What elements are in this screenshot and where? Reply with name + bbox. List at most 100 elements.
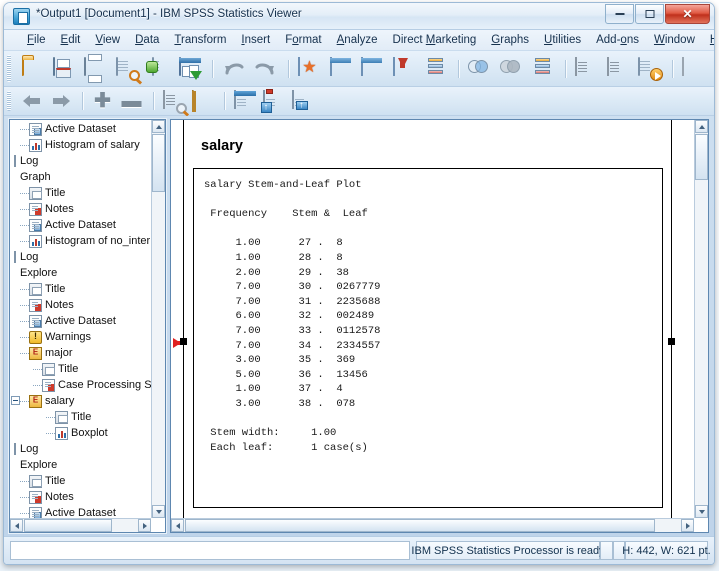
toolbar-grip[interactable]: [7, 55, 11, 82]
outline-item-histogram-of-salary[interactable]: Histogram of salary: [10, 137, 151, 153]
scroll-thumb-h[interactable]: [185, 519, 655, 532]
menu-graphs[interactable]: Graphs: [484, 32, 536, 48]
outline-item-salary[interactable]: salary: [10, 393, 151, 409]
outline-item-graph[interactable]: Graph: [10, 169, 151, 185]
scroll-thumb-h[interactable]: [24, 519, 112, 532]
menu-direct-marketing[interactable]: Direct Marketing: [386, 32, 484, 48]
goto-case-icon[interactable]: [295, 54, 324, 84]
tree-connector: [20, 497, 29, 498]
outline-item-active-dataset[interactable]: Active Dataset: [10, 121, 151, 137]
outline-item-major[interactable]: major: [10, 345, 151, 361]
book-icon[interactable]: [189, 89, 216, 114]
outline-item-label: Active Dataset: [45, 219, 116, 231]
outline-item-histogram-of-no-inter[interactable]: Histogram of no_inter: [10, 233, 151, 249]
scroll-up-button[interactable]: [695, 120, 708, 133]
select-cases-icon[interactable]: [420, 54, 449, 84]
selection-handle-left[interactable]: [180, 338, 187, 345]
scroll-thumb[interactable]: [152, 134, 165, 192]
print-preview-icon[interactable]: [112, 54, 141, 84]
outline-item-active-dataset[interactable]: Active Dataset: [10, 313, 151, 329]
outline-tree[interactable]: Active Dataset Histogram of salary Log Grap…: [10, 120, 151, 518]
selection-handle-right[interactable]: [668, 338, 675, 345]
outline-item-case-processing-su[interactable]: Case Processing Su: [10, 377, 151, 393]
outline-item-boxplot[interactable]: Boxplot: [10, 425, 151, 441]
split-file-icon[interactable]: [496, 54, 525, 84]
find-icon[interactable]: [603, 54, 632, 84]
variables-icon[interactable]: [389, 54, 418, 84]
scroll-right-button[interactable]: [138, 519, 151, 532]
outline-item-log[interactable]: Log: [10, 249, 151, 265]
print-icon[interactable]: [81, 54, 110, 84]
scroll-right-button[interactable]: [681, 519, 694, 532]
outline-item-log[interactable]: Log: [10, 153, 151, 169]
output-horizontal-scrollbar[interactable]: [171, 518, 694, 532]
outline-item-notes[interactable]: Notes: [10, 489, 151, 505]
use-sets-icon[interactable]: [572, 54, 601, 84]
outline-item-warnings[interactable]: Warnings: [10, 329, 151, 345]
menu-view[interactable]: View: [88, 32, 127, 48]
tree-expander[interactable]: [11, 396, 20, 405]
close-button[interactable]: ✕: [665, 4, 710, 24]
weight-cases-icon[interactable]: [465, 54, 494, 84]
outline-item-log[interactable]: Log: [10, 441, 151, 457]
undo-icon[interactable]: [219, 54, 248, 84]
value-labels-icon[interactable]: [527, 54, 556, 84]
outline-item-title[interactable]: Title: [10, 185, 151, 201]
scroll-down-button[interactable]: [152, 505, 165, 518]
minimize-button[interactable]: [605, 4, 634, 24]
promote-plus-icon[interactable]: ✚: [89, 89, 116, 114]
outline-item-active-dataset[interactable]: Active Dataset: [10, 505, 151, 518]
menu-bar: File Edit View Data Transform Insert Format Ana…: [4, 30, 714, 51]
goto-variable-icon[interactable]: [326, 54, 355, 84]
maximize-button[interactable]: [635, 4, 664, 24]
menu-transform[interactable]: Transform: [167, 32, 233, 48]
tree-connector: [20, 193, 29, 194]
outline-item-explore[interactable]: Explore: [10, 457, 151, 473]
insert-text-icon[interactable]: [289, 89, 316, 114]
outline-vertical-scrollbar[interactable]: [151, 120, 165, 518]
log-icon: [14, 155, 16, 167]
menu-add-ons[interactable]: Add-ons: [589, 32, 646, 48]
outline-item-active-dataset[interactable]: Active Dataset: [10, 217, 151, 233]
output-vertical-scrollbar[interactable]: [694, 120, 708, 518]
outline-item-explore[interactable]: Explore: [10, 265, 151, 281]
back-arrow-icon[interactable]: [18, 89, 45, 114]
menu-data[interactable]: Data: [128, 32, 166, 48]
outline-item-notes[interactable]: Notes: [10, 201, 151, 217]
scroll-left-button[interactable]: [171, 519, 184, 532]
outline-item-title[interactable]: Title: [10, 281, 151, 297]
recall-dialog-icon[interactable]: [175, 54, 204, 84]
scroll-up-button[interactable]: [152, 120, 165, 133]
open-file-icon[interactable]: [18, 54, 47, 84]
insert-cases-icon[interactable]: [358, 54, 387, 84]
toolbar-grip-secondary[interactable]: [7, 91, 11, 111]
menu-help[interactable]: Help: [703, 32, 714, 48]
outline-horizontal-scrollbar[interactable]: [10, 518, 151, 532]
show-hide-icon[interactable]: [160, 89, 187, 114]
menu-analyze[interactable]: Analyze: [330, 32, 385, 48]
output-canvas[interactable]: salary salary Stem-and-Leaf Plot Frequen…: [171, 120, 694, 518]
insert-page-break-icon[interactable]: [231, 89, 258, 114]
menu-edit[interactable]: Edit: [54, 32, 88, 48]
tree-connector: [20, 305, 29, 306]
demote-minus-icon[interactable]: ▬: [118, 89, 145, 114]
outline-item-title[interactable]: Title: [10, 361, 151, 377]
export-icon[interactable]: [144, 54, 173, 84]
menu-utilities[interactable]: Utilities: [537, 32, 588, 48]
menu-insert[interactable]: Insert: [234, 32, 277, 48]
scroll-left-button[interactable]: [10, 519, 23, 532]
blank-icon[interactable]: [678, 54, 707, 84]
menu-window[interactable]: Window: [647, 32, 702, 48]
menu-format[interactable]: Format: [278, 32, 328, 48]
redo-icon[interactable]: [251, 54, 280, 84]
menu-file[interactable]: File: [20, 32, 53, 48]
outline-item-notes[interactable]: Notes: [10, 297, 151, 313]
outline-item-title[interactable]: Title: [10, 409, 151, 425]
run-icon[interactable]: [634, 54, 663, 84]
insert-title-icon[interactable]: [260, 88, 287, 114]
outline-item-title[interactable]: Title: [10, 473, 151, 489]
scroll-down-button[interactable]: [695, 505, 708, 518]
scroll-thumb[interactable]: [695, 134, 708, 180]
forward-arrow-icon[interactable]: [47, 89, 74, 114]
save-icon[interactable]: [49, 54, 78, 84]
